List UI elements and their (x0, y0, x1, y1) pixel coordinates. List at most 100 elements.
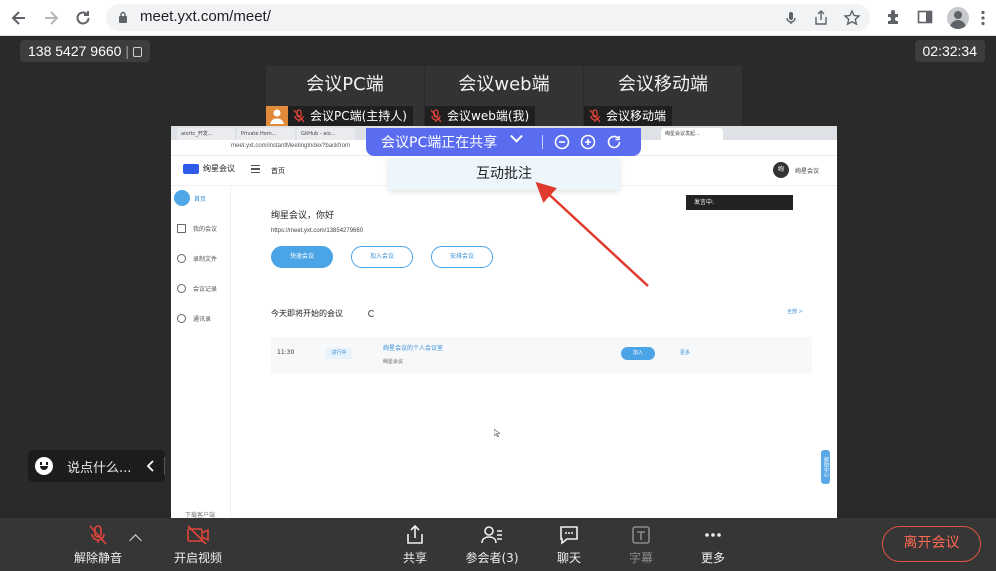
shared-meeting-link: https://meet.yxt.com/13854279660 (271, 228, 364, 234)
status-badge: 进行中 (326, 348, 352, 359)
shared-help-tab: 帮助中心 (821, 450, 830, 484)
meeting-time: 11:30 (277, 349, 295, 356)
captions-label: 字幕 (628, 551, 653, 565)
mic-muted-icon (293, 109, 305, 123)
chat-button[interactable]: 聊天 (546, 518, 592, 571)
shared-quick-meeting-button: 快速会议 (271, 246, 333, 268)
shared-user: 绚 绚星会议 (772, 162, 819, 178)
meeting-subtitle: 绚星会议 (383, 359, 404, 365)
shared-all-link: 全部 > (787, 309, 803, 315)
chat-icon (560, 526, 578, 545)
shared-user-name: 绚星会议 (794, 167, 819, 175)
chevron-down-icon[interactable] (510, 129, 523, 143)
rotate-icon[interactable] (605, 133, 623, 151)
start-video-label: 开启视频 (173, 551, 222, 565)
shared-tab: Private Hom... (237, 128, 295, 140)
shared-breadcrumb: 首页 (271, 167, 285, 175)
tile-title: 会议移动端 (618, 74, 708, 95)
shared-greeting: 绚星会议，你好 (271, 211, 335, 221)
url-text: meet.yxt.com/meet/ (140, 8, 271, 25)
participant-tile-web[interactable]: 会议web端 会议web端(我) (425, 66, 583, 126)
bookmark-star-icon[interactable] (843, 9, 861, 27)
captions-icon (632, 526, 650, 544)
mic-muted-icon (430, 109, 442, 123)
meeting-timer: 02:32:34 (914, 40, 985, 62)
shared-nav-home: 首页 (174, 190, 206, 206)
sharing-status-text: 会议PC端正在共享 (381, 135, 498, 151)
meeting-title: 绚星会议的个人会议室 (383, 345, 444, 352)
unmute-button[interactable]: 解除静音 (70, 518, 126, 571)
shared-url: meet.yxt.com/instantMeetingIndex?backfro… (231, 143, 351, 149)
tile-title: 会议PC端 (306, 74, 384, 95)
mic-muted-icon (589, 109, 601, 123)
tile-label: 会议web端(我) (425, 106, 536, 126)
shared-join-meeting-button: 加入会议 (351, 246, 413, 268)
lock-icon (119, 11, 127, 23)
shared-today-title: 今天即将开始的会议 (271, 309, 343, 318)
shared-tab: GitHub - aio... (297, 128, 355, 140)
participants-icon (481, 526, 502, 544)
shared-tab: aiortc_开发... (177, 128, 235, 140)
participants-button[interactable]: 参会者(3) (460, 518, 524, 571)
chat-placeholder[interactable]: 说点什么... (67, 457, 131, 476)
tile-title: 会议web端 (458, 74, 550, 95)
collapse-chat-icon[interactable] (141, 456, 161, 476)
meeting-number-text: 138 5427 9660 (28, 43, 122, 59)
shared-nav-records: 会议记录 (177, 280, 217, 296)
share-page-icon[interactable] (812, 9, 830, 27)
copy-icon[interactable] (132, 47, 142, 57)
leave-meeting-button[interactable]: 离开会议 (882, 526, 981, 562)
app-logo: 绚星会议 (183, 163, 235, 174)
side-panel-icon[interactable] (915, 8, 935, 28)
share-label: 共享 (402, 551, 427, 565)
unmute-label: 解除静音 (73, 551, 122, 565)
share-button[interactable]: 共享 (392, 518, 438, 571)
sharing-bar[interactable]: 会议PC端正在共享 (366, 128, 641, 156)
mic-muted-icon (89, 525, 107, 545)
extensions-icon[interactable] (884, 8, 904, 28)
back-icon[interactable] (9, 8, 29, 28)
more-icon (705, 533, 721, 537)
tile-label-text: 会议移动端 (606, 109, 667, 123)
captions-button[interactable]: 字幕 (618, 518, 664, 571)
browser-chrome: meet.yxt.com/meet/ (0, 0, 996, 36)
shared-download-link: 下载客户端 (185, 512, 216, 518)
reload-icon[interactable] (73, 8, 93, 28)
tile-label-text: 会议PC端(主持人) (310, 109, 407, 123)
meeting-number[interactable]: 138 5427 9660 | (20, 40, 150, 62)
start-video-button[interactable]: 开启视频 (170, 518, 226, 571)
tile-label-text: 会议web端(我) (447, 109, 530, 123)
shared-speaking-indicator: 发言中: (686, 195, 793, 210)
participant-tile-mobile[interactable]: 会议移动端 会议移动端 (584, 66, 742, 126)
address-bar[interactable]: meet.yxt.com/meet/ (106, 4, 870, 31)
more-button[interactable]: 更多 (690, 518, 736, 571)
shared-row-more-link: 更多 (680, 350, 691, 356)
menu-icon (251, 165, 260, 173)
chat-label: 聊天 (556, 551, 581, 565)
zoom-in-icon[interactable] (579, 133, 597, 151)
browser-menu-icon[interactable] (973, 8, 993, 28)
shared-nav-contacts: 通讯录 (177, 310, 211, 326)
microphone-icon[interactable] (782, 9, 800, 27)
interactive-annotation-button[interactable]: 互动批注 (388, 158, 620, 190)
host-icon (266, 106, 288, 126)
tile-label: 会议移动端 (584, 106, 673, 126)
shared-row-join-button: 加入 (621, 347, 655, 360)
forward-icon[interactable] (41, 8, 61, 28)
participant-tile-pc[interactable]: 会议PC端 会议PC端(主持人) (266, 66, 424, 126)
profile-avatar[interactable] (947, 7, 969, 29)
shared-meeting-row: 11:30 进行中 绚星会议的个人会议室 绚星会议 加入 更多 (271, 337, 812, 374)
share-icon (407, 524, 423, 544)
shared-nav-my-meetings: 我的会议 (177, 220, 217, 236)
refresh-icon (368, 310, 375, 317)
zoom-out-icon[interactable] (553, 133, 571, 151)
emoji-icon[interactable] (35, 457, 53, 475)
participants-label: 参会者(3) (465, 551, 519, 565)
shared-sidebar: 首页 我的会议 录制文件 会议记录 通讯录 (171, 186, 231, 518)
tile-label: 会议PC端(主持人) (288, 106, 413, 126)
shared-user-avatar: 绚 (772, 162, 789, 178)
shared-nav-recordings: 录制文件 (177, 250, 217, 266)
shared-tab: 绚星会议发起... (661, 128, 723, 140)
shared-schedule-meeting-button: 安排会议 (431, 246, 493, 268)
cursor-icon (494, 429, 500, 437)
